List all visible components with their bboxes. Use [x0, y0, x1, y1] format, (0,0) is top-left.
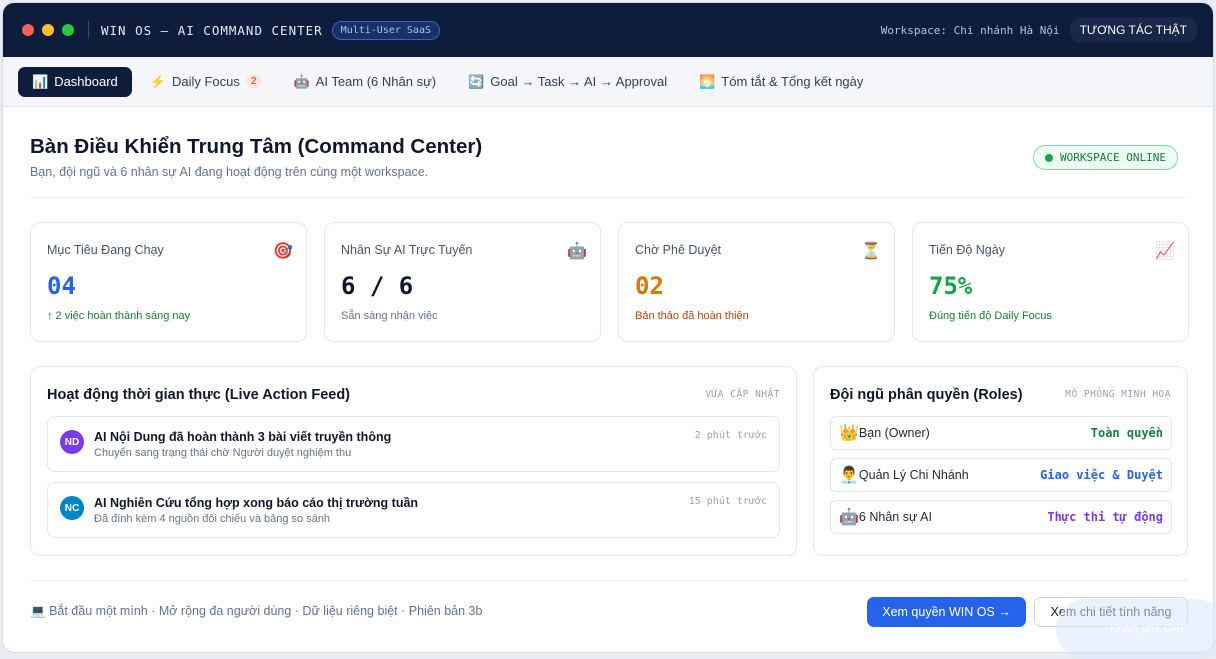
- stat-label: Mục Tiêu Đang Chạy: [47, 243, 164, 257]
- close-window-dot[interactable]: [22, 24, 34, 36]
- stat-value: 04: [47, 272, 76, 300]
- lightning-icon: ⚡: [149, 73, 166, 89]
- stat-value: 02: [635, 272, 664, 300]
- tab-bar: 📊 Dashboard ⚡ Daily Focus 2 🤖 AI Team (6…: [3, 57, 1213, 107]
- workspace-status-badge: WORKSPACE ONLINE: [1033, 145, 1178, 170]
- feed-item-title: AI Nghiên Cứu tổng hợp xong báo cáo thị …: [94, 496, 419, 510]
- laptop-icon: 💻: [30, 604, 46, 618]
- trend-chart-icon: 📈: [1155, 243, 1175, 260]
- role-row-ai-staff[interactable]: 🤖 6 Nhân sự AI Thực thi tự động: [830, 500, 1172, 534]
- feed-text: AI Nghiên Cứu tổng hợp xong báo cáo thị …: [94, 496, 418, 525]
- stat-note: Bản thảo đã hoàn thiện: [635, 310, 749, 322]
- stat-value: 6 / 6: [341, 272, 414, 300]
- tab-ai-team[interactable]: 🤖 AI Team (6 Nhân sự): [279, 67, 450, 97]
- feed-text: AI Nội Dung đã hoàn thành 3 bài viết tru…: [94, 430, 391, 459]
- stat-note: Sẵn sàng nhận việc: [341, 310, 438, 322]
- manager-icon: 👨‍💼: [839, 467, 859, 484]
- stat-note: Đúng tiến độ Daily Focus: [929, 310, 1052, 322]
- tab-dashboard[interactable]: 📊 Dashboard: [18, 66, 132, 97]
- role-row-branch-manager[interactable]: 👨‍💼 Quản Lý Chi Nhánh Giao việc & Duyệt: [830, 458, 1172, 492]
- role-name: 6 Nhân sự AI: [858, 510, 932, 524]
- toast-text: Khám phá ONE: [1110, 623, 1188, 635]
- tab-label: Tóm tắt & Tổng kết ngày: [721, 74, 864, 89]
- header-divider: [30, 197, 1188, 198]
- feed-tag: VỪA CẬP NHẬT: [705, 389, 780, 400]
- stats-row: Mục Tiêu Đang Chạy 🎯 04 ↑ 2 việc hoàn th…: [30, 222, 1189, 342]
- status-dot-icon: [1045, 153, 1053, 162]
- hourglass-icon: ⏳: [861, 243, 881, 260]
- roles-title: Đội ngũ phân quyền (Roles): [830, 387, 1023, 403]
- stat-card-daily-progress: Tiến Độ Ngày 📈 75% Đúng tiến độ Daily Fo…: [912, 222, 1189, 342]
- robot-icon: 🤖: [567, 243, 587, 260]
- minimize-window-dot[interactable]: [42, 24, 54, 36]
- live-action-feed: Hoạt động thời gian thực (Live Action Fe…: [30, 366, 797, 556]
- robot-icon: 🤖: [293, 73, 310, 89]
- feed-item[interactable]: ND AI Nội Dung đã hoàn thành 3 bài viết …: [47, 416, 780, 472]
- tab-label: Dashboard: [54, 74, 118, 89]
- tab-label: Goal → Task → AI → Approval: [490, 74, 668, 89]
- stat-card-ai-online: Nhân Sự AI Trực Tuyến 🤖 6 / 6 Sẵn sàng n…: [324, 222, 601, 342]
- feed-item-subtitle: Chuyển sang trạng thái chờ Người duyệt n…: [94, 447, 352, 459]
- role-name: Bạn (Owner): [858, 426, 930, 440]
- tab-workflow[interactable]: 🔄 Goal → Task → AI → Approval: [454, 67, 681, 97]
- sunrise-icon: 🌅: [699, 73, 716, 89]
- avatar: ND: [60, 430, 84, 454]
- stat-card-pending-approval: Chờ Phê Duyệt ⏳ 02 Bản thảo đã hoàn thiệ…: [618, 222, 895, 342]
- stat-value: 75%: [929, 272, 973, 300]
- cycle-icon: 🔄: [468, 73, 485, 89]
- floating-toast[interactable]: Khám phá ONE: [1056, 599, 1216, 659]
- workspace-label: Workspace: Chi nhánh Hà Nội: [880, 23, 1060, 37]
- tab-daily-summary[interactable]: 🌅 Tóm tắt & Tổng kết ngày: [685, 67, 877, 97]
- count-badge: 2: [245, 75, 262, 88]
- roles-tag: MÔ PHỎNG MINH HOẠ: [1065, 389, 1171, 400]
- window-controls: [22, 24, 74, 36]
- role-row-owner[interactable]: 👑 Bạn (Owner) Toàn quyền: [830, 416, 1172, 450]
- bar-chart-icon: 📊: [32, 73, 49, 89]
- crown-icon: 👑: [839, 425, 859, 442]
- page-header: Bàn Điều Khiển Trung Tâm (Command Center…: [30, 135, 482, 179]
- view-win-os-button[interactable]: Xem quyền WIN OS →: [867, 597, 1026, 627]
- role-name: Quản Lý Chi Nhánh: [858, 468, 969, 482]
- stat-label: Tiến Độ Ngày: [929, 243, 1005, 257]
- feed-item[interactable]: NC AI Nghiên Cứu tổng hợp xong báo cáo t…: [47, 482, 780, 538]
- role-permission: Giao việc & Duyệt: [1040, 468, 1163, 482]
- tab-daily-focus[interactable]: ⚡ Daily Focus 2: [136, 67, 276, 97]
- maximize-window-dot[interactable]: [62, 24, 74, 36]
- stat-note: ↑ 2 việc hoàn thành sáng nay: [47, 310, 191, 322]
- app-title: WIN OS — AI COMMAND CENTER: [101, 22, 323, 38]
- plan-badge: Multi-User SaaS: [331, 20, 440, 40]
- title-bar: WIN OS — AI COMMAND CENTER Multi-User Sa…: [3, 3, 1213, 57]
- status-text: WORKSPACE ONLINE: [1060, 151, 1166, 164]
- target-icon: 🎯: [273, 243, 293, 260]
- stat-card-goals: Mục Tiêu Đang Chạy 🎯 04 ↑ 2 việc hoàn th…: [30, 222, 307, 342]
- feed-title: Hoạt động thời gian thực (Live Action Fe…: [47, 387, 351, 403]
- feed-item-time: 15 phút trước: [688, 496, 767, 507]
- stat-label: Nhân Sự AI Trực Tuyến: [341, 243, 473, 257]
- title-divider: [88, 21, 89, 39]
- footer-note: 💻 Bắt đầu một mình · Mở rộng đa người dù…: [30, 604, 482, 619]
- page-title: Bàn Điều Khiển Trung Tâm (Command Center…: [30, 135, 483, 158]
- tab-label: Daily Focus: [171, 74, 240, 89]
- stat-label: Chờ Phê Duyệt: [635, 243, 722, 257]
- role-permission: Thực thi tự động: [1047, 510, 1163, 524]
- roles-panel: Đội ngũ phân quyền (Roles) MÔ PHỎNG MINH…: [813, 366, 1188, 556]
- page-subtitle: Bạn, đội ngũ và 6 nhân sự AI đang hoạt đ…: [30, 165, 429, 179]
- footer-text: Bắt đầu một mình · Mở rộng đa người dùng…: [49, 604, 483, 618]
- app-window: WIN OS — AI COMMAND CENTER Multi-User Sa…: [2, 2, 1214, 653]
- feed-item-title: AI Nội Dung đã hoàn thành 3 bài viết tru…: [94, 430, 392, 444]
- role-permission: Toàn quyền: [1090, 426, 1163, 440]
- footer-divider: [30, 580, 1188, 581]
- avatar: NC: [60, 496, 84, 520]
- mode-toggle[interactable]: TƯƠNG TÁC THẬT: [1069, 17, 1197, 43]
- tab-label: AI Team (6 Nhân sự): [315, 74, 437, 89]
- title-bar-right: Workspace: Chi nhánh Hà Nội TƯƠNG TÁC TH…: [881, 17, 1197, 43]
- feed-item-time: 2 phút trước: [694, 430, 767, 441]
- feed-item-subtitle: Đã đính kèm 4 nguồn đối chiếu và bảng so…: [94, 513, 331, 525]
- robot-icon: 🤖: [839, 509, 859, 526]
